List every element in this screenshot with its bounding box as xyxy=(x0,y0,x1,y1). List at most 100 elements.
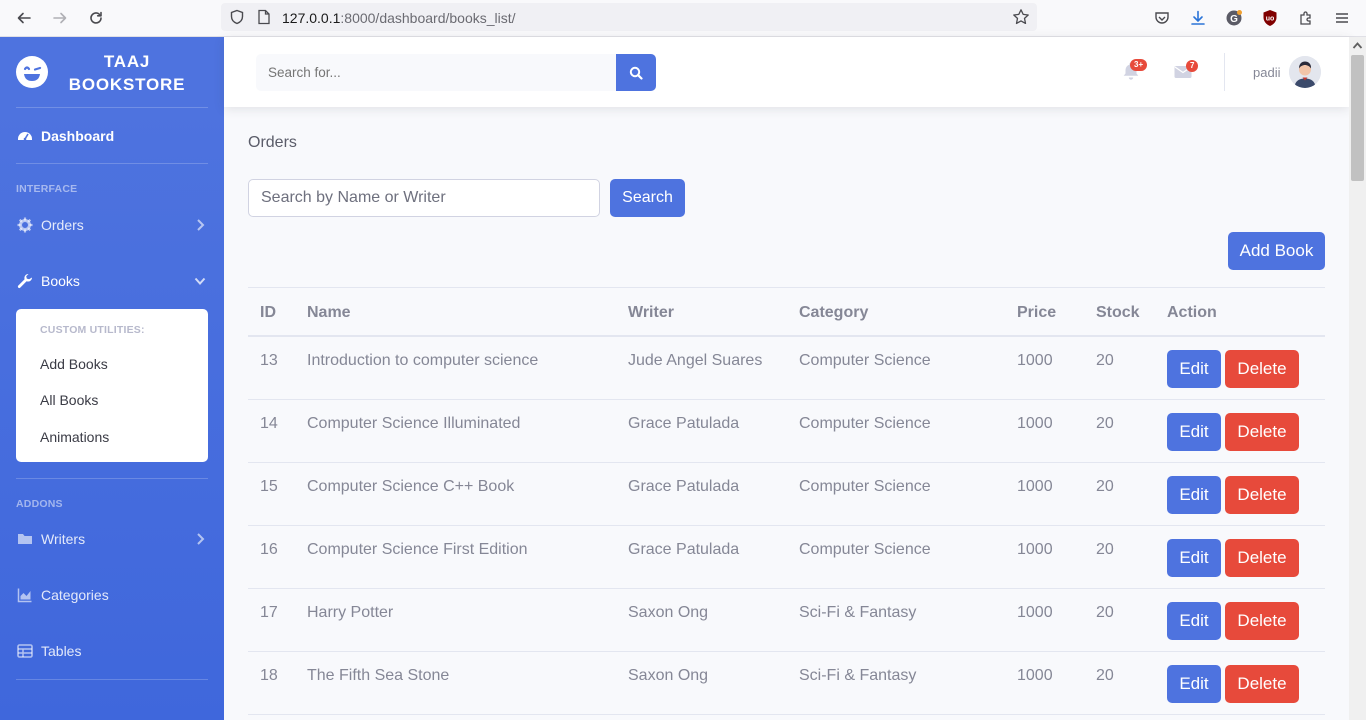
delete-button[interactable]: Delete xyxy=(1225,476,1299,514)
topbar-divider xyxy=(1224,53,1225,91)
delete-button[interactable]: Delete xyxy=(1225,539,1299,577)
sidebar-item-orders[interactable]: Orders xyxy=(0,205,224,245)
cell-category: Computer Science xyxy=(799,352,931,369)
chevron-right-icon xyxy=(197,533,205,545)
column-header-name: Name xyxy=(307,304,351,321)
cell-price: 1000 xyxy=(1017,604,1053,621)
delete-button[interactable]: Delete xyxy=(1225,602,1299,640)
extensions-icon[interactable] xyxy=(1294,6,1318,30)
cell-price: 1000 xyxy=(1017,415,1053,432)
shield-icon[interactable] xyxy=(229,9,245,30)
topbar-search-input[interactable] xyxy=(256,54,616,91)
wrench-icon xyxy=(17,273,33,289)
sidebar-item-writers[interactable]: Writers xyxy=(0,519,224,559)
forward-icon[interactable] xyxy=(48,6,72,30)
delete-button[interactable]: Delete xyxy=(1225,350,1299,388)
page-scrollbar[interactable] xyxy=(1349,37,1366,720)
sidebar-item-label: Tables xyxy=(41,643,82,659)
cell-writer: Saxon Ong xyxy=(628,604,709,621)
book-search-input[interactable] xyxy=(248,179,600,217)
cell-price: 1000 xyxy=(1017,478,1053,495)
url-text: 127.0.0.1:8000/dashboard/books_list/ xyxy=(282,10,516,26)
alerts-badge: 3+ xyxy=(1130,59,1148,71)
brand-name: TAAJ BOOKSTORE xyxy=(68,52,186,94)
sidebar-divider xyxy=(16,107,208,108)
download-icon[interactable] xyxy=(1186,6,1210,30)
search-button[interactable]: Search xyxy=(610,179,685,217)
topbar-search-button[interactable] xyxy=(616,54,656,91)
cell-category: Computer Science xyxy=(799,541,931,558)
add-book-button[interactable]: Add Book xyxy=(1228,232,1325,270)
cell-stock: 20 xyxy=(1096,415,1114,432)
account-extension-icon[interactable]: G xyxy=(1222,6,1246,30)
edit-button[interactable]: Edit xyxy=(1167,350,1221,388)
cell-name: Computer Science C++ Book xyxy=(307,478,515,495)
sidebar: TAAJ BOOKSTORE Dashboard INTERFACE Order… xyxy=(0,37,224,720)
messages-dropdown[interactable]: 7 xyxy=(1174,60,1199,83)
sidebar-heading-interface: INTERFACE xyxy=(16,183,78,195)
address-bar[interactable]: 127.0.0.1:8000/dashboard/books_list/ xyxy=(221,3,1037,31)
pocket-icon[interactable] xyxy=(1150,6,1174,30)
submenu-animations[interactable]: Animations xyxy=(40,429,109,445)
sidebar-item-tables[interactable]: Tables xyxy=(0,631,224,671)
table-row: 15 Computer Science C++ Book Grace Patul… xyxy=(248,463,1325,526)
edit-button[interactable]: Edit xyxy=(1167,476,1221,514)
edit-button[interactable]: Edit xyxy=(1167,665,1221,703)
sidebar-item-dashboard[interactable]: Dashboard xyxy=(0,116,224,156)
edit-button[interactable]: Edit xyxy=(1167,413,1221,451)
cell-writer: Saxon Ong xyxy=(628,667,709,684)
edit-button[interactable]: Edit xyxy=(1167,539,1221,577)
scroll-up-arrow-icon[interactable] xyxy=(1352,41,1363,50)
back-icon[interactable] xyxy=(12,6,36,30)
sidebar-divider xyxy=(16,478,208,479)
sidebar-item-label: Writers xyxy=(41,531,86,547)
laugh-wink-icon xyxy=(16,56,48,88)
table-row: 14 Computer Science Illuminated Grace Pa… xyxy=(248,400,1325,463)
sidebar-item-books[interactable]: Books xyxy=(0,261,224,301)
scrollbar-thumb[interactable] xyxy=(1351,55,1364,181)
cell-name: Computer Science Illuminated xyxy=(307,415,521,432)
table-row: 17 Harry Potter Saxon Ong Sci-Fi & Fanta… xyxy=(248,589,1325,652)
table-row: 16 Computer Science First Edition Grace … xyxy=(248,526,1325,589)
cell-id: 18 xyxy=(260,667,278,684)
column-header-action: Action xyxy=(1167,304,1217,321)
cell-price: 1000 xyxy=(1017,352,1053,369)
cell-writer: Grace Patulada xyxy=(628,541,740,558)
search-icon xyxy=(629,66,643,80)
cell-price: 1000 xyxy=(1017,541,1053,558)
chevron-down-icon xyxy=(194,277,206,285)
column-header-id: ID xyxy=(260,304,276,321)
alerts-dropdown[interactable]: 3+ xyxy=(1122,59,1148,83)
user-name[interactable]: padii xyxy=(1253,65,1280,80)
delete-button[interactable]: Delete xyxy=(1225,665,1299,703)
sidebar-item-label: Dashboard xyxy=(41,128,115,144)
ublock-icon[interactable]: uo xyxy=(1258,6,1282,30)
sidebar-divider xyxy=(16,163,208,164)
submenu-add-books[interactable]: Add Books xyxy=(40,356,108,372)
reload-icon[interactable] xyxy=(84,6,108,30)
sidebar-item-label: Categories xyxy=(41,587,109,603)
sidebar-divider xyxy=(16,679,208,680)
cell-id: 17 xyxy=(260,604,278,621)
delete-button[interactable]: Delete xyxy=(1225,413,1299,451)
bookmark-star-icon[interactable] xyxy=(1012,8,1030,31)
cell-name: Introduction to computer science xyxy=(307,352,539,369)
submenu-all-books[interactable]: All Books xyxy=(40,392,98,408)
brand-link[interactable]: TAAJ BOOKSTORE xyxy=(0,37,224,107)
column-header-stock: Stock xyxy=(1096,304,1140,321)
cell-category: Sci-Fi & Fantasy xyxy=(799,604,917,621)
cell-price: 1000 xyxy=(1017,667,1053,684)
cell-name: Computer Science First Edition xyxy=(307,541,528,558)
avatar[interactable] xyxy=(1289,56,1321,88)
cell-writer: Jude Angel Suares xyxy=(628,352,763,369)
table-row: 13 Introduction to computer science Jude… xyxy=(248,337,1325,400)
menu-icon[interactable] xyxy=(1330,6,1354,30)
cell-stock: 20 xyxy=(1096,541,1114,558)
sidebar-item-categories[interactable]: Categories xyxy=(0,575,224,615)
folder-icon xyxy=(17,531,33,547)
cell-id: 13 xyxy=(260,352,278,369)
user-avatar-icon xyxy=(1289,56,1321,88)
cell-name: The Fifth Sea Stone xyxy=(307,667,450,684)
svg-text:G: G xyxy=(1230,14,1238,25)
edit-button[interactable]: Edit xyxy=(1167,602,1221,640)
